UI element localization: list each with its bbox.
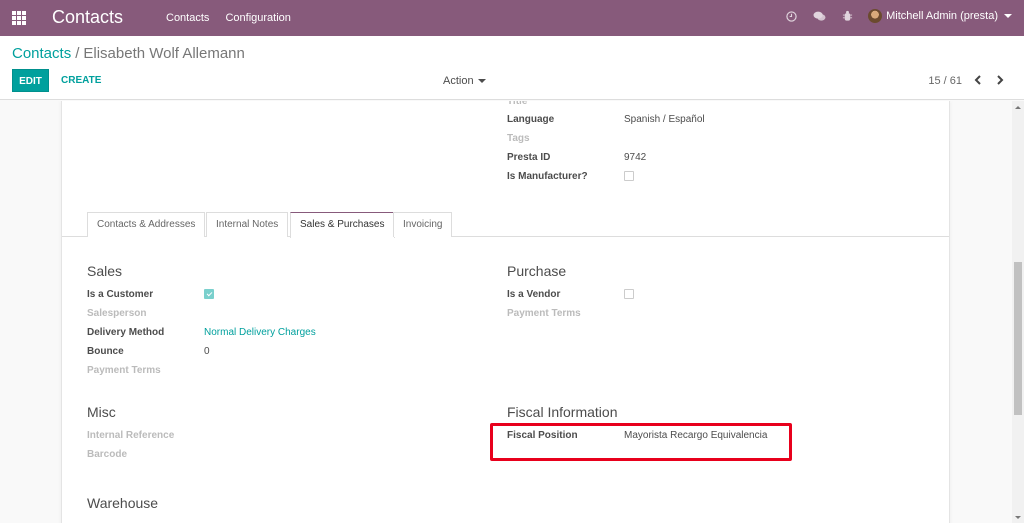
is-customer-checkbox[interactable] [204, 289, 214, 299]
breadcrumb-contacts[interactable]: Contacts [12, 45, 71, 62]
internal-reference-label: Internal Reference [87, 429, 175, 441]
purchase-payment-terms-label: Payment Terms [507, 307, 581, 319]
tab-sales-purchases[interactable]: Sales & Purchases [290, 212, 395, 238]
action-dropdown[interactable]: Action [443, 75, 486, 87]
user-menu[interactable]: Mitchell Admin (presta) [886, 10, 998, 22]
top-navbar: Contacts Contacts Configuration Mitchell… [0, 0, 1024, 36]
field-title: Title [507, 101, 624, 108]
field-salesperson: Salesperson [87, 306, 204, 320]
bounce-value: 0 [204, 345, 210, 357]
sales-group-title: Sales [87, 263, 123, 279]
is-vendor-label: Is a Vendor [507, 288, 561, 300]
field-is-customer: Is a Customer [87, 287, 214, 301]
is-customer-label: Is a Customer [87, 288, 154, 300]
tab-internal-notes[interactable]: Internal Notes [206, 212, 289, 237]
breadcrumb-current-record: Elisabeth Wolf Allemann [83, 45, 245, 62]
clock-icon[interactable] [784, 9, 798, 23]
field-tags: Tags [507, 131, 624, 145]
action-caret-icon [477, 79, 486, 84]
warehouse-group-title: Warehouse [87, 495, 159, 511]
scroll-thumb[interactable] [1014, 262, 1022, 415]
form-view: Title Language Spanish / Español Tags Pr… [0, 101, 1012, 523]
purchase-group-title: Purchase [507, 263, 567, 279]
arrow-down-icon [1015, 515, 1021, 519]
tab-invoicing[interactable]: Invoicing [393, 212, 453, 237]
fiscal-position-highlight [490, 423, 792, 461]
apps-menu-icon[interactable] [12, 11, 26, 25]
presta-id-value: 9742 [624, 151, 647, 163]
salesperson-label: Salesperson [87, 307, 147, 319]
user-avatar[interactable] [868, 9, 883, 23]
breadcrumb: Contacts / Elisabeth Wolf Allemann [12, 45, 245, 62]
field-purchase-payment-terms: Payment Terms [507, 306, 624, 320]
field-sales-payment-terms: Payment Terms [87, 363, 204, 377]
is-manufacturer-label: Is Manufacturer? [507, 170, 588, 182]
chevron-left-icon [974, 75, 981, 85]
language-value: Spanish / Español [624, 113, 705, 125]
misc-group-title: Misc [87, 404, 116, 420]
vertical-scrollbar[interactable] [1012, 101, 1024, 523]
sales-payment-terms-label: Payment Terms [87, 364, 161, 376]
title-label: Title [507, 101, 528, 107]
create-button[interactable]: CREATE [61, 69, 101, 92]
tags-label: Tags [507, 132, 530, 144]
presta-id-label: Presta ID [507, 151, 551, 163]
breadcrumb-separator: / [75, 45, 80, 62]
delivery-method-label: Delivery Method [87, 326, 165, 338]
barcode-label: Barcode [87, 448, 128, 460]
notebook-tabs: Contacts & Addresses Internal Notes Sale… [62, 211, 949, 238]
arrow-up-icon [1015, 105, 1021, 109]
form-sheet: Title Language Spanish / Español Tags Pr… [61, 101, 950, 523]
control-panel: Contacts / Elisabeth Wolf Allemann EDIT CR… [0, 36, 1024, 100]
delivery-method-link[interactable]: Normal Delivery Charges [204, 327, 316, 338]
is-vendor-checkbox[interactable] [624, 289, 634, 299]
field-is-manufacturer: Is Manufacturer? [507, 169, 634, 183]
pager-value[interactable]: 15 / 61 [928, 75, 962, 87]
chat-icon[interactable] [812, 9, 826, 23]
field-barcode: Barcode [87, 447, 204, 461]
menu-item-contacts[interactable]: Contacts [166, 12, 209, 24]
systray: Mitchell Admin (presta) [784, 9, 1012, 23]
app-title: Contacts [52, 7, 124, 27]
field-internal-reference: Internal Reference [87, 428, 204, 442]
pager-previous-button[interactable] [970, 72, 986, 88]
bounce-label: Bounce [87, 345, 124, 357]
field-delivery-method: Delivery Method Normal Delivery Charges [87, 325, 316, 339]
language-label: Language [507, 113, 555, 125]
bug-icon[interactable] [840, 9, 854, 23]
action-label: Action [443, 75, 474, 87]
field-bounce: Bounce 0 [87, 344, 210, 358]
pager-next-button[interactable] [992, 72, 1008, 88]
user-menu-caret-icon[interactable] [1004, 14, 1012, 18]
scroll-up-button[interactable] [1012, 101, 1024, 113]
tab-contacts-addresses[interactable]: Contacts & Addresses [87, 212, 206, 237]
menu-item-configuration[interactable]: Configuration [225, 12, 290, 24]
field-language: Language Spanish / Español [507, 112, 705, 126]
main-menu: Contacts Configuration [166, 12, 304, 24]
field-presta-id: Presta ID 9742 [507, 150, 646, 164]
is-manufacturer-checkbox[interactable] [624, 171, 634, 181]
edit-button[interactable]: EDIT [12, 69, 49, 92]
chevron-right-icon [997, 75, 1004, 85]
field-is-vendor: Is a Vendor [507, 287, 634, 301]
scroll-down-button[interactable] [1012, 511, 1024, 523]
fiscal-group-title: Fiscal Information [507, 404, 618, 420]
